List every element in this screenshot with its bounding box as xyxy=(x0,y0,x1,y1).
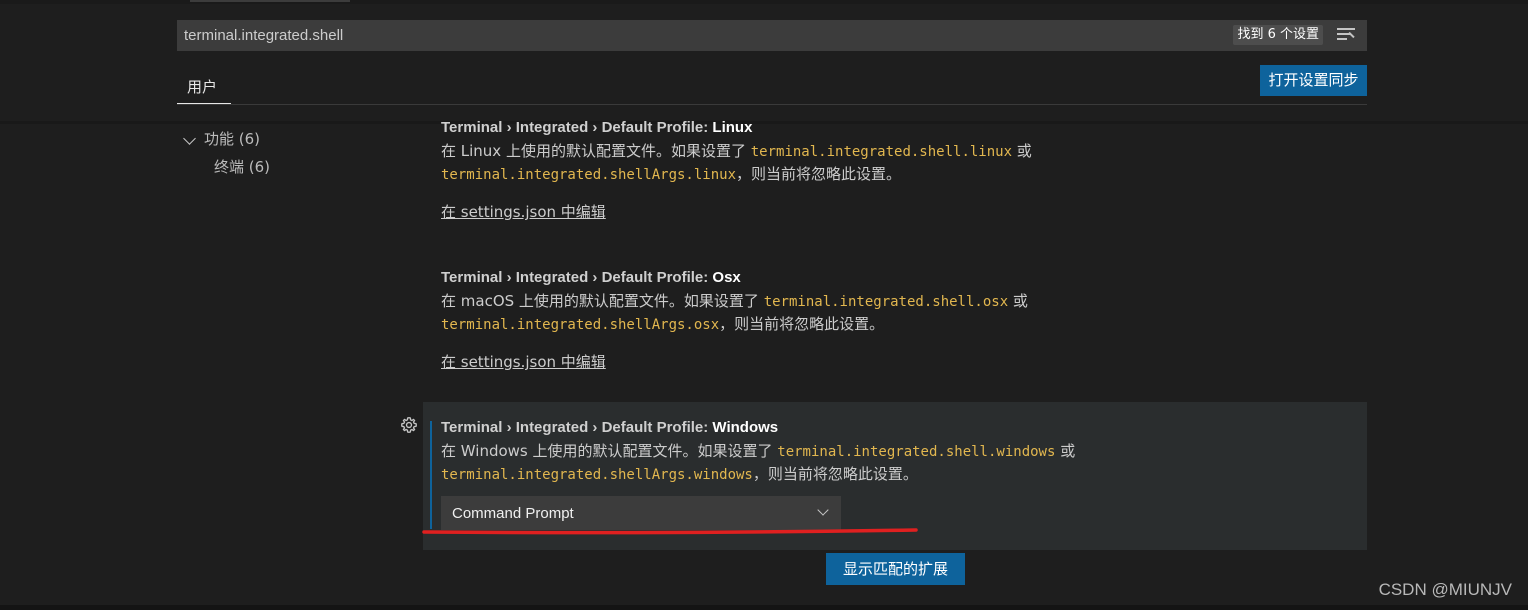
toc-item-terminal[interactable]: 终端 (6) xyxy=(214,156,270,177)
setting-code-link[interactable]: terminal.integrated.shell.osx xyxy=(764,294,1008,310)
show-matching-extensions-button[interactable]: 显示匹配的扩展 xyxy=(826,553,965,585)
setting-code-link[interactable]: terminal.integrated.shell.linux xyxy=(751,144,1012,160)
setting-default-profile-windows: Terminal › Integrated › Default Profile:… xyxy=(441,419,1341,486)
filter-list-icon[interactable] xyxy=(1337,28,1355,42)
setting-title: Terminal › Integrated › Default Profile:… xyxy=(441,419,1341,436)
setting-category: Terminal › Integrated › Default Profile: xyxy=(441,119,713,136)
desc-text: 在 macOS 上使用的默认配置文件。如果设置了 xyxy=(441,292,764,310)
setting-category: Terminal › Integrated › Default Profile: xyxy=(441,419,713,436)
turn-on-settings-sync-button[interactable]: 打开设置同步 xyxy=(1260,65,1367,96)
editor-tab-strip xyxy=(0,0,1528,4)
header-divider xyxy=(177,104,1367,105)
desc-text: ，则当前将忽略此设置。 xyxy=(752,465,918,483)
setting-title: Terminal › Integrated › Default Profile:… xyxy=(441,269,1341,286)
setting-key: Windows xyxy=(712,419,779,436)
setting-code-link[interactable]: terminal.integrated.shellArgs.osx xyxy=(441,317,719,333)
setting-code-link[interactable]: terminal.integrated.shellArgs.linux xyxy=(441,167,736,183)
tab-user-label: 用户 xyxy=(187,78,218,96)
gear-icon[interactable] xyxy=(400,416,418,434)
setting-key: Osx xyxy=(712,269,741,286)
setting-description: 在 Windows 上使用的默认配置文件。如果设置了 terminal.inte… xyxy=(441,440,1341,486)
desc-text: 在 Linux 上使用的默认配置文件。如果设置了 xyxy=(441,142,751,160)
settings-search-input[interactable]: terminal.integrated.shell 找到 6 个设置 xyxy=(177,20,1367,51)
edit-in-settings-json-link[interactable]: 在 settings.json 中编辑 xyxy=(441,351,606,372)
tab-user[interactable]: 用户 xyxy=(177,70,231,104)
setting-default-profile-linux: Terminal › Integrated › Default Profile:… xyxy=(441,119,1341,222)
edit-in-settings-json-link[interactable]: 在 settings.json 中编辑 xyxy=(441,201,606,222)
desc-text: 在 Windows 上使用的默认配置文件。如果设置了 xyxy=(441,442,778,460)
desc-text: ，则当前将忽略此设置。 xyxy=(719,315,885,333)
tab-indicator xyxy=(190,0,350,2)
setting-code-link[interactable]: terminal.integrated.shell.windows xyxy=(777,444,1055,460)
select-value: Command Prompt xyxy=(452,505,574,522)
toc-item-features[interactable]: 功能 (6) xyxy=(180,128,260,149)
setting-description: 在 macOS 上使用的默认配置文件。如果设置了 terminal.integr… xyxy=(441,290,1341,336)
annotation-underline xyxy=(422,528,918,535)
setting-code-link[interactable]: terminal.integrated.shellArgs.windows xyxy=(441,467,753,483)
setting-category: Terminal › Integrated › Default Profile: xyxy=(441,269,713,286)
default-profile-windows-select[interactable]: Command Prompt xyxy=(441,496,841,530)
desc-text: 或 xyxy=(1008,292,1028,310)
result-count-badge: 找到 6 个设置 xyxy=(1233,25,1323,45)
watermark: CSDN @MIUNJV xyxy=(1378,580,1512,599)
setting-description: 在 Linux 上使用的默认配置文件。如果设置了 terminal.integr… xyxy=(441,140,1341,186)
chevron-down-icon xyxy=(817,504,829,516)
setting-title: Terminal › Integrated › Default Profile:… xyxy=(441,119,1341,136)
settings-editor: terminal.integrated.shell 找到 6 个设置 用户 打开… xyxy=(0,0,1528,610)
setting-default-profile-osx: Terminal › Integrated › Default Profile:… xyxy=(441,269,1341,372)
focus-indicator xyxy=(430,421,432,529)
bottom-border xyxy=(0,605,1528,610)
search-query[interactable]: terminal.integrated.shell xyxy=(184,27,343,44)
desc-text: ，则当前将忽略此设置。 xyxy=(736,165,902,183)
desc-text: 或 xyxy=(1012,142,1032,160)
setting-key: Linux xyxy=(712,119,753,136)
desc-text: 或 xyxy=(1055,442,1076,460)
